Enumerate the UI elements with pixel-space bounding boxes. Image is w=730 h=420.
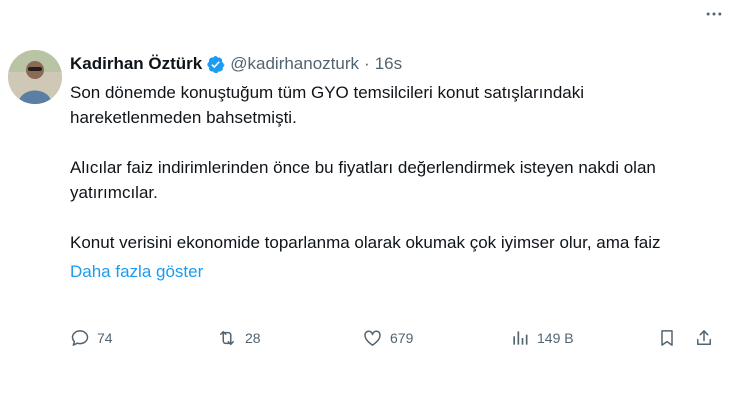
avatar[interactable] bbox=[8, 50, 62, 104]
tweet-paragraph: Alıcılar faiz indirimlerinden önce bu fi… bbox=[70, 158, 656, 202]
reply-button[interactable]: 74 bbox=[70, 325, 113, 351]
tweet-timestamp[interactable]: 16s bbox=[375, 54, 402, 74]
verified-badge-icon bbox=[206, 55, 225, 74]
like-count: 679 bbox=[390, 330, 414, 346]
more-icon[interactable] bbox=[702, 4, 726, 24]
author-name[interactable]: Kadirhan Öztürk bbox=[70, 54, 202, 74]
tweet-paragraph: Konut verisini ekonomide toparlanma olar… bbox=[70, 233, 661, 252]
views-count: 149 B bbox=[537, 330, 574, 346]
tweet-card[interactable]: Kadirhan Öztürk @kadirhanozturk · 16s So… bbox=[0, 0, 730, 420]
show-more-link[interactable]: Daha fazla göster bbox=[70, 261, 203, 283]
tweet-paragraph: Son dönemde konuştuğum tüm GYO temsilcil… bbox=[70, 83, 585, 127]
reply-icon bbox=[70, 328, 90, 348]
tweet-content: Kadirhan Öztürk @kadirhanozturk · 16s So… bbox=[70, 50, 714, 283]
action-bar: 74 28 679 149 B bbox=[70, 325, 718, 351]
like-button[interactable]: 679 bbox=[362, 325, 413, 351]
bookmark-button[interactable] bbox=[657, 325, 677, 351]
repost-icon bbox=[216, 328, 238, 348]
like-icon bbox=[362, 328, 383, 348]
tweet-header: Kadirhan Öztürk @kadirhanozturk · 16s bbox=[70, 50, 714, 78]
bookmark-icon bbox=[657, 328, 677, 348]
reply-count: 74 bbox=[97, 330, 113, 346]
share-icon bbox=[694, 328, 714, 348]
tweet-text: Son dönemde konuştuğum tüm GYO temsilcil… bbox=[70, 80, 680, 255]
views-button[interactable]: 149 B bbox=[510, 325, 574, 351]
author-handle[interactable]: @kadirhanozturk bbox=[230, 54, 359, 74]
share-button[interactable] bbox=[694, 325, 714, 351]
separator-dot: · bbox=[364, 54, 370, 73]
views-icon bbox=[510, 328, 530, 348]
repost-count: 28 bbox=[245, 330, 261, 346]
repost-button[interactable]: 28 bbox=[216, 325, 261, 351]
